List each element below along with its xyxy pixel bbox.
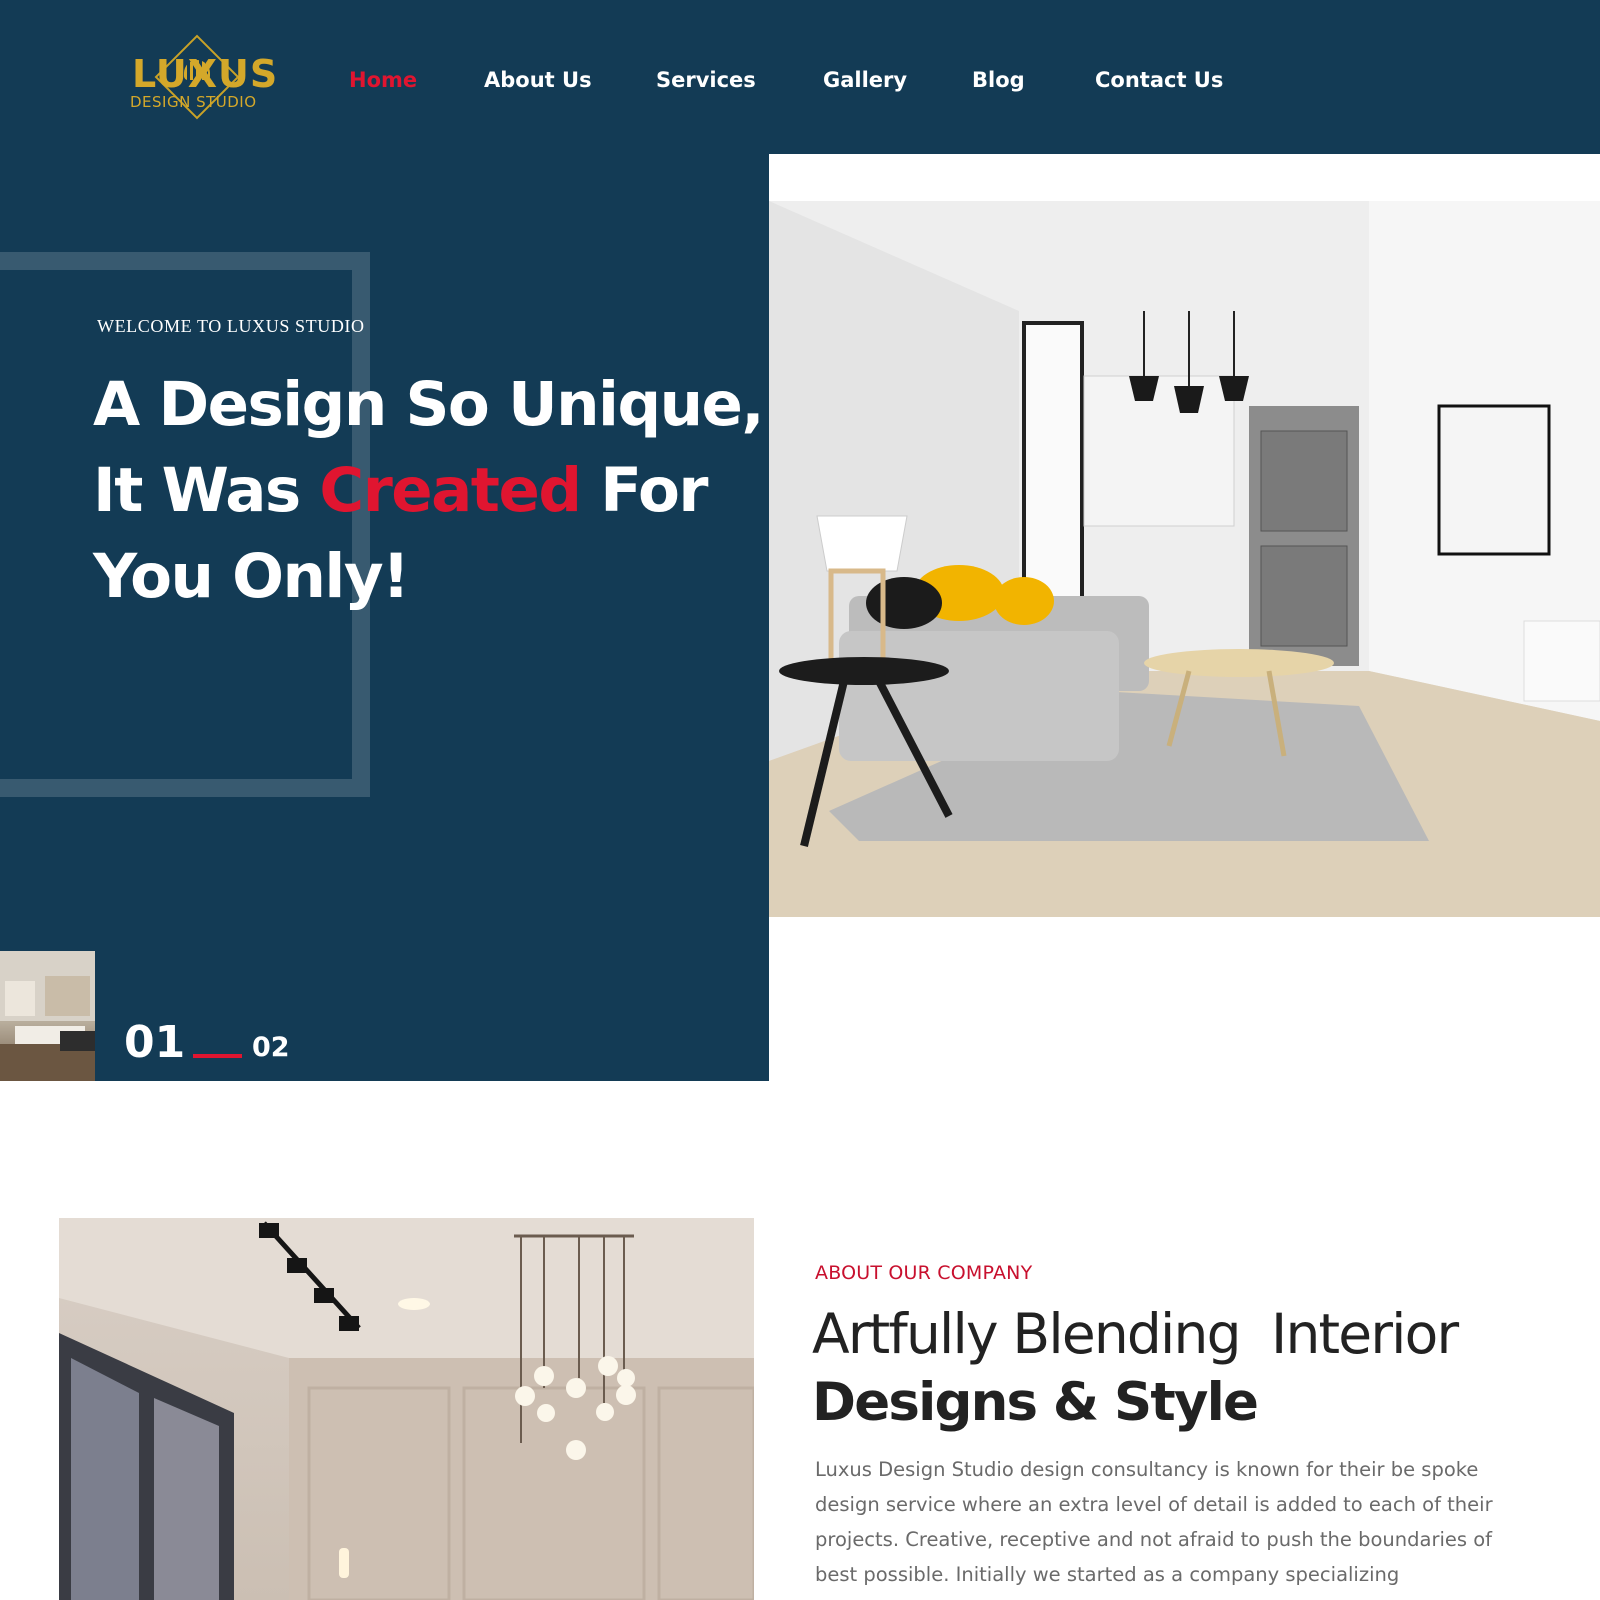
header-white-strip	[1181, 154, 1600, 201]
slide-progress-line	[193, 1054, 242, 1058]
slide-next-number[interactable]: 02	[252, 1032, 290, 1063]
about-body-text: Luxus Design Studio design consultancy i…	[815, 1452, 1515, 1592]
hero-title-line2-post: For	[580, 455, 708, 526]
about-body-line: design service where an extra level of d…	[815, 1493, 1493, 1516]
about-interior-image	[59, 1218, 754, 1600]
next-slide-thumbnail[interactable]	[0, 951, 95, 1081]
about-eyebrow: ABOUT OUR COMPANY	[815, 1262, 1033, 1284]
nav-blog[interactable]: Blog	[972, 68, 1025, 92]
site-header: LUXUS DESIGN STUDIO Home About Us Servic…	[0, 0, 1600, 154]
about-body-line: Luxus Design Studio design consultancy i…	[815, 1458, 1479, 1481]
nav-gallery[interactable]: Gallery	[823, 68, 907, 92]
hero-title-line1: A Design So Unique,	[93, 369, 765, 440]
hero-interior-image	[769, 201, 1600, 917]
about-body-line: best possible. Initially we started as a…	[815, 1563, 1400, 1586]
logo-subtitle: DESIGN STUDIO	[130, 93, 257, 111]
hero-title-accent: Created	[319, 455, 582, 526]
nav-services[interactable]: Services	[656, 68, 756, 92]
about-body-line: projects. Creative, receptive and not af…	[815, 1528, 1493, 1551]
hero-welcome-text: WELCOME TO LUXUS STUDIO	[97, 316, 365, 336]
about-title-line1: Artfully Blending Interior	[812, 1302, 1459, 1366]
hero-title: A Design So Unique, It Was Created For Y…	[93, 362, 773, 620]
hero-title-line3: You Only!	[93, 541, 410, 612]
hero-title-line2-pre: It Was	[93, 455, 320, 526]
logo-wordmark: LUXUS	[132, 52, 279, 96]
nav-home[interactable]: Home	[349, 68, 417, 92]
slide-current-number: 01	[124, 1017, 186, 1068]
nav-contact-us[interactable]: Contact Us	[1095, 68, 1223, 92]
about-title-line2: Designs & Style	[812, 1372, 1259, 1433]
logo[interactable]: LUXUS DESIGN STUDIO	[128, 26, 277, 130]
nav-about-us[interactable]: About Us	[484, 68, 592, 92]
